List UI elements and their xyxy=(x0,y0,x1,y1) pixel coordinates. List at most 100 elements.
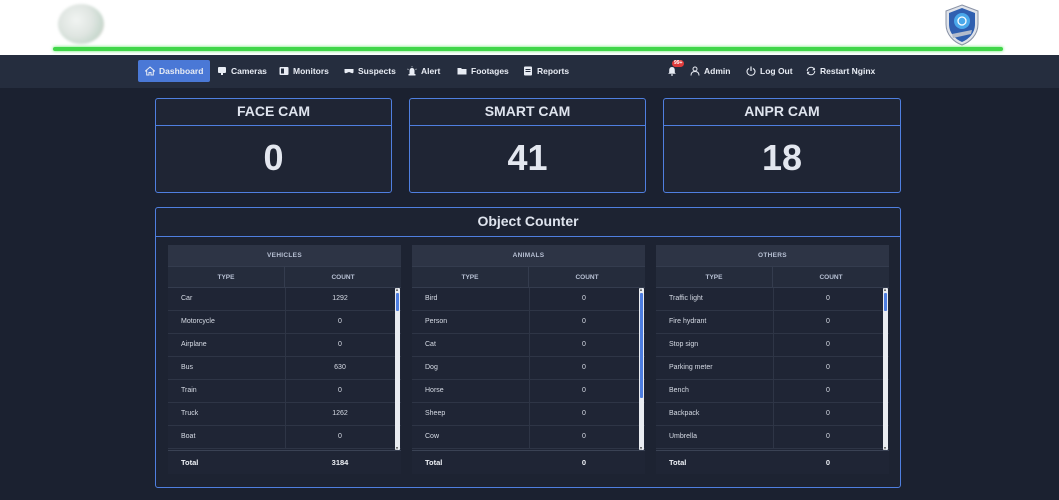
shield-logo-icon xyxy=(945,4,979,46)
vehicles-total-row: Total 3184 xyxy=(168,450,401,474)
nav-admin[interactable]: Admin xyxy=(683,60,737,82)
row-count: 0 xyxy=(826,410,830,417)
nav-reports[interactable]: Reports xyxy=(516,60,576,82)
camera-icon xyxy=(218,67,226,75)
nav-alert[interactable]: Alert xyxy=(400,60,447,82)
brand-logo-left xyxy=(58,4,104,44)
face-cam-count: 0 xyxy=(263,137,284,178)
object-counter-title: Object Counter xyxy=(156,208,900,237)
nav-restart-nginx[interactable]: Restart Nginx xyxy=(799,60,882,82)
nav-monitors[interactable]: Monitors xyxy=(272,60,336,82)
scrollbar-thumb[interactable] xyxy=(884,293,887,311)
others-rows[interactable]: Traffic light 0 Fire hydrant 0 Stop sign 0 … xyxy=(656,288,889,450)
scrollbar-thumb[interactable] xyxy=(640,293,643,398)
notifications-button[interactable]: 99+ xyxy=(660,59,685,82)
row-type: Parking meter xyxy=(656,357,774,379)
row-count: 1292 xyxy=(332,295,348,302)
scroll-down-arrow-icon[interactable] xyxy=(640,447,642,450)
row-count: 0 xyxy=(826,387,830,394)
count-column-header: COUNT xyxy=(819,274,843,281)
smart-cam-title: SMART CAM xyxy=(410,99,645,126)
animals-scrollbar[interactable] xyxy=(639,288,644,450)
table-row: Parking meter 0 xyxy=(656,357,889,380)
scroll-up-arrow-icon[interactable] xyxy=(884,288,886,291)
row-type: Traffic light xyxy=(656,288,774,310)
row-count: 0 xyxy=(582,318,586,325)
row-count: 0 xyxy=(582,364,586,371)
row-count: 0 xyxy=(826,341,830,348)
row-type: Bus xyxy=(168,357,286,379)
table-row: Sheep 0 xyxy=(412,403,645,426)
vehicles-total-value: 3184 xyxy=(331,458,349,467)
table-row: Truck 1262 xyxy=(168,403,401,426)
report-icon xyxy=(524,66,532,76)
row-count: 0 xyxy=(826,364,830,371)
refresh-icon xyxy=(806,66,816,76)
folder-icon xyxy=(457,68,467,75)
nav-alert-label: Alert xyxy=(421,66,441,76)
row-count: 0 xyxy=(338,318,342,325)
row-type: Bird xyxy=(412,288,530,310)
row-type: Umbrella xyxy=(656,426,774,448)
table-row: Airplane 0 xyxy=(168,334,401,357)
bell-icon-wrap: 99+ xyxy=(667,59,685,77)
row-type: Fire hydrant xyxy=(656,311,774,333)
table-row: Person 0 xyxy=(412,311,645,334)
top-header xyxy=(0,0,1059,55)
table-row: Cow 0 xyxy=(412,426,645,449)
vehicles-rows[interactable]: Car 1292 Motorcycle 0 Airplane 0 Bus 630 Tra… xyxy=(168,288,401,450)
animals-rows[interactable]: Bird 0 Person 0 Cat 0 Dog 0 Horse 0 Sheep 0 Co… xyxy=(412,288,645,450)
face-cam-card[interactable]: FACE CAM 0 xyxy=(155,98,392,193)
row-count: 0 xyxy=(338,387,342,394)
row-count: 0 xyxy=(582,295,586,302)
scroll-down-arrow-icon[interactable] xyxy=(884,447,886,450)
row-count: 0 xyxy=(582,433,586,440)
table-row: Boat 0 xyxy=(168,426,401,449)
row-count: 0 xyxy=(582,341,586,348)
table-row: Train 0 xyxy=(168,380,401,403)
type-column-header: TYPE xyxy=(412,267,529,287)
scroll-down-arrow-icon[interactable] xyxy=(396,447,398,450)
row-type: Motorcycle xyxy=(168,311,286,333)
vehicles-scrollbar[interactable] xyxy=(395,288,400,450)
animals-heading: ANIMALS xyxy=(412,245,645,266)
row-type: Airplane xyxy=(168,334,286,356)
row-type: Person xyxy=(412,311,530,333)
scrollbar-thumb[interactable] xyxy=(396,293,399,311)
user-icon xyxy=(690,66,700,76)
scroll-up-arrow-icon[interactable] xyxy=(640,288,642,291)
nav-cameras-label: Cameras xyxy=(231,66,267,76)
row-count: 0 xyxy=(582,410,586,417)
nav-logout[interactable]: Log Out xyxy=(739,60,800,82)
animals-column-header: TYPE COUNT xyxy=(412,266,645,288)
nav-dashboard[interactable]: Dashboard xyxy=(138,60,211,82)
row-type: Truck xyxy=(168,403,286,425)
table-row: Car 1292 xyxy=(168,288,401,311)
others-table: OTHERS TYPE COUNT Traffic light 0 Fire hy… xyxy=(656,245,889,474)
nav-restart-label: Restart Nginx xyxy=(820,66,876,76)
nav-suspects[interactable]: Suspects xyxy=(337,60,403,82)
row-count: 0 xyxy=(826,318,830,325)
smart-cam-card[interactable]: SMART CAM 41 xyxy=(409,98,646,193)
nav-footages[interactable]: Footages xyxy=(450,60,516,82)
row-count: 0 xyxy=(826,433,830,440)
table-row: Traffic light 0 xyxy=(656,288,889,311)
mask-icon xyxy=(344,69,354,74)
scroll-up-arrow-icon[interactable] xyxy=(396,288,398,291)
table-row: Backpack 0 xyxy=(656,403,889,426)
anpr-cam-card[interactable]: ANPR CAM 18 xyxy=(663,98,901,193)
type-column-header: TYPE xyxy=(168,267,285,287)
others-scrollbar[interactable] xyxy=(883,288,888,450)
bell-icon xyxy=(668,66,676,76)
anpr-cam-title: ANPR CAM xyxy=(664,99,900,126)
nav-suspects-label: Suspects xyxy=(358,66,396,76)
count-column-header: COUNT xyxy=(575,274,599,281)
row-type: Dog xyxy=(412,357,530,379)
row-type: Sheep xyxy=(412,403,530,425)
row-type: Cat xyxy=(412,334,530,356)
nav-cameras[interactable]: Cameras xyxy=(210,60,274,82)
table-row: Horse 0 xyxy=(412,380,645,403)
row-count: 0 xyxy=(826,295,830,302)
type-column-header: TYPE xyxy=(656,267,773,287)
loading-progress-bar xyxy=(53,47,1003,51)
